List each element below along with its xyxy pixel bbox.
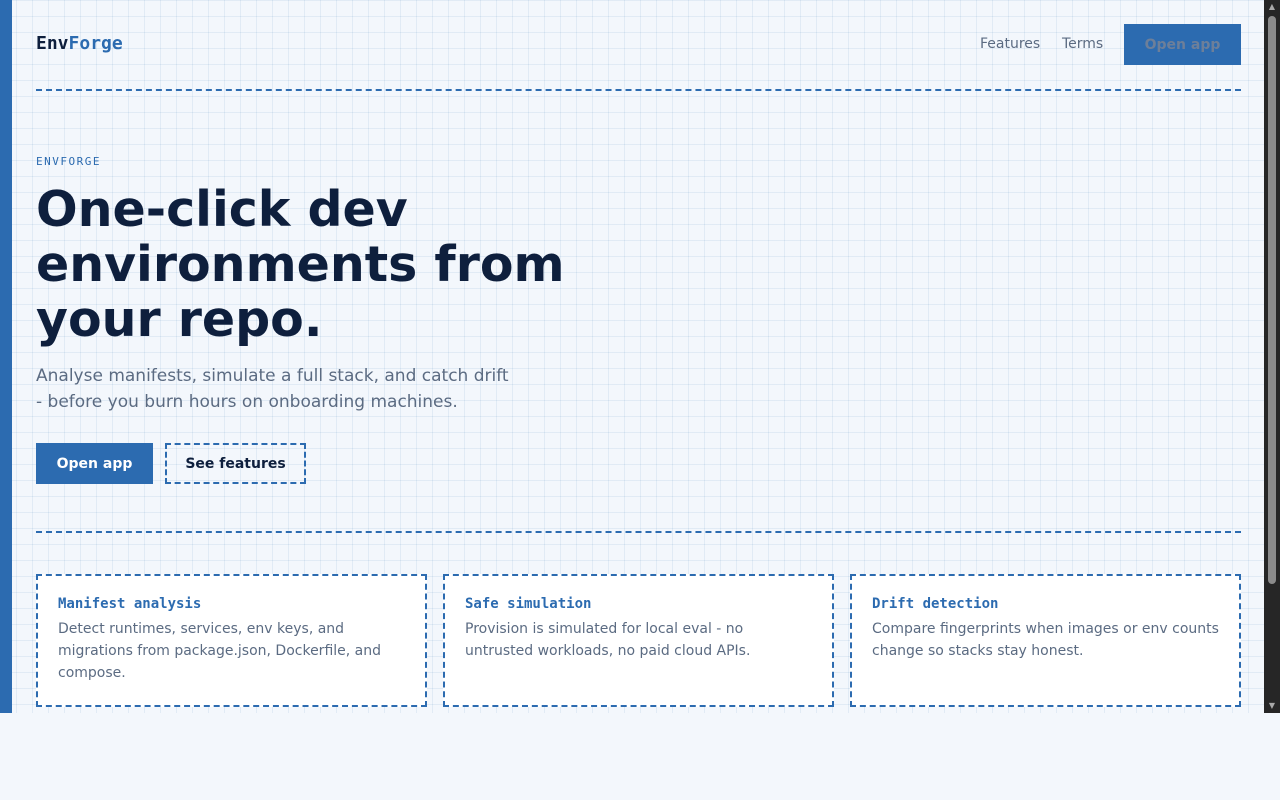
feature-card-title: Manifest analysis	[58, 596, 202, 612]
header-divider	[36, 89, 1241, 91]
left-accent-rail	[0, 0, 12, 713]
header-open-app-button[interactable]: Open app	[1124, 24, 1241, 65]
subhead-line: - before you burn hours on onboarding ma…	[36, 392, 458, 412]
vertical-scrollbar[interactable]: ▲ ▼	[1264, 0, 1280, 713]
feature-card-description: Provision is simulated for local eval - …	[465, 621, 751, 659]
logo[interactable]: EnvForge	[36, 33, 123, 54]
feature-card-safe-simulation: Safe simulation Provision is simulated f…	[443, 574, 834, 707]
scroll-thumb[interactable]	[1268, 16, 1276, 584]
feature-card-description: Detect runtimes, services, env keys, and…	[58, 621, 381, 681]
hero-subhead: Analyse manifests, simulate a full stack…	[36, 363, 516, 415]
section-divider	[36, 531, 1241, 533]
below-fold-area	[0, 713, 1280, 800]
feature-card-title: Safe simulation	[465, 596, 592, 612]
page-viewport: EnvForge Features Terms Open app ENVFORG…	[0, 0, 1264, 713]
scroll-up-arrow-icon[interactable]: ▲	[1264, 0, 1280, 14]
logo-accent: Forge	[68, 33, 123, 54]
feature-card-drift-detection: Drift detection Compare fingerprints whe…	[850, 574, 1241, 707]
nav-link-features[interactable]: Features	[980, 36, 1040, 52]
open-app-button[interactable]: Open app	[36, 443, 153, 484]
nav-link-terms[interactable]: Terms	[1062, 36, 1103, 52]
headline-line: your repo.	[36, 291, 323, 348]
logo-prefix: Env	[36, 33, 69, 54]
headline-line: environments from	[36, 236, 565, 293]
subhead-line: Analyse manifests, simulate a full stack…	[36, 366, 509, 386]
scroll-down-arrow-icon[interactable]: ▼	[1264, 699, 1280, 713]
see-features-button[interactable]: See features	[165, 443, 306, 484]
feature-card-title: Drift detection	[872, 596, 999, 612]
hero-eyebrow: ENVFORGE	[36, 155, 101, 168]
headline-line: One-click dev	[36, 181, 408, 238]
feature-card-description: Compare fingerprints when images or env …	[872, 621, 1219, 659]
hero-headline: One-click dev environments from your rep…	[36, 182, 596, 347]
feature-card-manifest-analysis: Manifest analysis Detect runtimes, servi…	[36, 574, 427, 707]
